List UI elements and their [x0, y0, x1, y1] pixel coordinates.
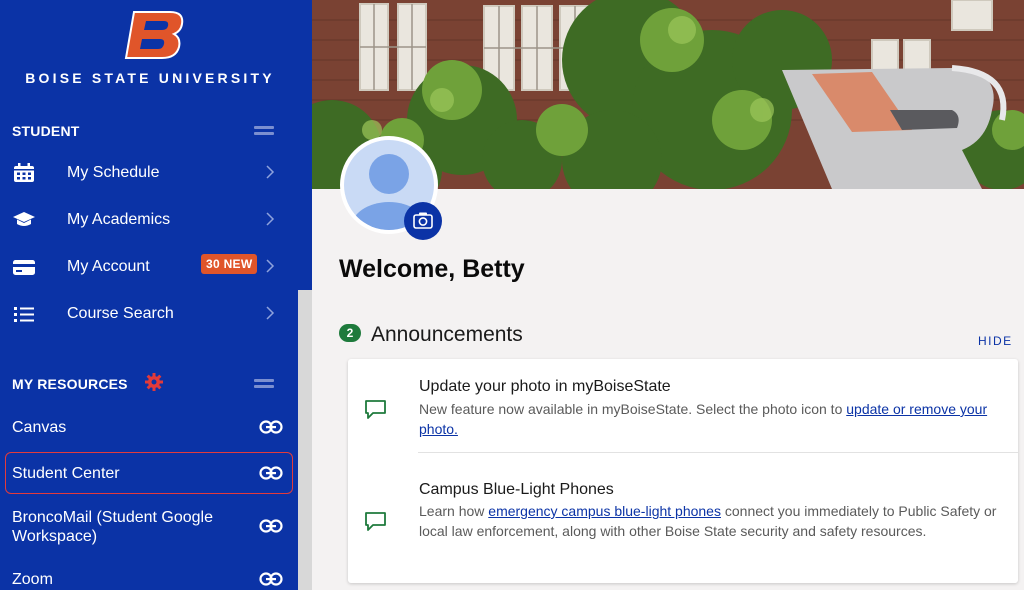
calendar-icon	[14, 163, 34, 182]
sidebar-item-my-account[interactable]: My Account 30 NEW	[0, 244, 298, 291]
new-items-badge: 30 NEW	[201, 254, 258, 274]
change-photo-button[interactable]	[404, 202, 442, 240]
chevron-right-icon	[266, 165, 275, 179]
resource-item-student-center[interactable]: Student Center	[0, 455, 298, 493]
chevron-right-icon	[266, 259, 275, 273]
resource-item-zoom[interactable]: Zoom	[0, 562, 298, 590]
chevron-right-icon	[266, 306, 275, 320]
sidebar-item-my-schedule[interactable]: My Schedule	[0, 150, 298, 197]
student-section-drag-handle[interactable]	[254, 126, 274, 136]
announcements-heading: Announcements	[371, 323, 523, 346]
resource-item-label: Canvas	[12, 419, 67, 436]
sidebar: BOISE STATE UNIVERSITY STUDENT My Schedu…	[0, 0, 312, 590]
blue-light-phones-link[interactable]: emergency campus blue-light phones	[488, 503, 721, 519]
announcement-title: Campus Blue-Light Phones	[419, 481, 614, 498]
announcement-body: New feature now available in myBoiseStat…	[419, 399, 999, 439]
sidebar-item-label: My Schedule	[67, 164, 160, 181]
chevron-right-icon	[266, 212, 275, 226]
comment-icon	[365, 512, 386, 531]
welcome-heading: Welcome, Betty	[339, 255, 525, 283]
boise-state-b-logo-icon	[124, 11, 184, 59]
resources-section-heading: MY RESOURCES	[12, 376, 128, 392]
link-icon	[259, 519, 283, 533]
credit-card-icon	[13, 260, 35, 275]
sidebar-item-label: My Account	[67, 258, 150, 275]
link-icon	[259, 466, 283, 480]
resource-item-label: Zoom	[12, 571, 53, 588]
university-logo[interactable]: BOISE STATE UNIVERSITY	[0, 0, 300, 100]
link-icon	[259, 420, 283, 434]
announcement-body-text: New feature now available in myBoiseStat…	[419, 401, 847, 417]
announcement-title: Update your photo in myBoiseState	[419, 378, 671, 395]
graduation-cap-icon	[13, 212, 35, 226]
student-section-heading: STUDENT	[12, 123, 80, 139]
announcements-count-badge: 2	[339, 324, 361, 342]
announcement-body: Learn how emergency campus blue-light ph…	[419, 501, 999, 541]
sidebar-item-label: My Academics	[67, 211, 171, 228]
camera-icon	[413, 212, 433, 229]
gear-icon[interactable]	[144, 372, 164, 392]
sidebar-scrollbar-thumb[interactable]	[298, 104, 312, 290]
university-name: BOISE STATE UNIVERSITY	[25, 70, 275, 86]
announcement-divider	[418, 452, 1018, 453]
resource-item-broncomail[interactable]: BroncoMail (Student Google Workspace)	[0, 504, 298, 552]
resource-item-label: BroncoMail (Student Google Workspace)	[12, 509, 213, 545]
sidebar-item-my-academics[interactable]: My Academics	[0, 197, 298, 244]
sidebar-item-course-search[interactable]: Course Search	[0, 291, 298, 338]
link-icon	[259, 572, 283, 586]
resource-item-canvas[interactable]: Canvas	[0, 408, 298, 448]
sidebar-item-label: Course Search	[67, 305, 174, 322]
hide-announcements-button[interactable]: HIDE	[978, 334, 1013, 348]
comment-icon	[365, 400, 386, 419]
list-icon	[14, 307, 34, 322]
resource-item-label: Student Center	[12, 465, 120, 482]
announcement-body-text: Learn how	[419, 503, 489, 519]
resources-section-drag-handle[interactable]	[254, 379, 274, 389]
